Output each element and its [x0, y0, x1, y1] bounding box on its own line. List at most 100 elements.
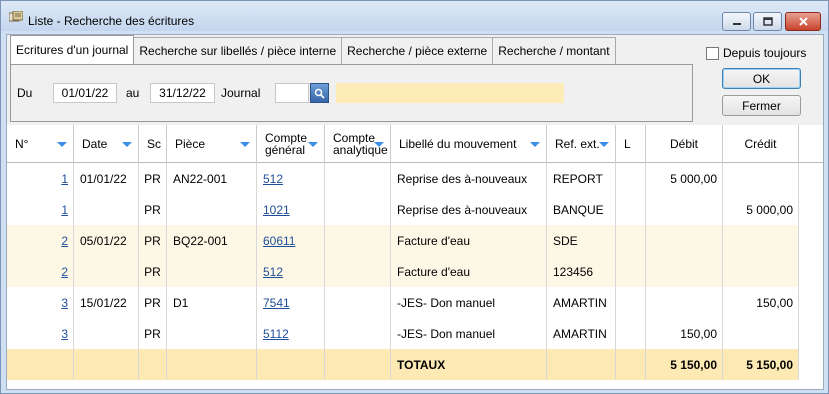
filter-dropdown-icon[interactable]: [122, 142, 132, 147]
column-header-num[interactable]: N°: [7, 125, 74, 163]
cell-value: Reprise des à-nouveaux: [397, 171, 528, 186]
cell-debit: 150,00: [646, 318, 723, 349]
cell-value: PR: [144, 264, 161, 279]
tab-recherche-libelles[interactable]: Recherche sur libellés / pièce interne: [133, 37, 343, 64]
table-row[interactable]: 3 PR 5112 -JES- Don manuel AMARTIN 150,00: [7, 318, 799, 349]
table-row[interactable]: 2 05/01/22 PR BQ22-001 60611 Facture d'eau SDE: [7, 225, 799, 256]
cell-piece: BQ22-001: [167, 225, 257, 256]
table-row[interactable]: 1 PR 1021 Reprise des à-nouveaux BANQUE 5 000…: [7, 194, 799, 225]
cell-sc: PR: [139, 256, 167, 287]
column-header-date[interactable]: Date: [74, 125, 139, 163]
cell-value: 3: [61, 326, 68, 341]
cell-value: 5 000,00: [746, 202, 793, 217]
cell-l: [616, 163, 646, 194]
column-header-l[interactable]: L: [616, 125, 646, 163]
cell-libelle: -JES- Don manuel: [391, 287, 547, 318]
column-header-label: Crédit: [744, 137, 777, 151]
cell-value: D1: [173, 295, 189, 310]
cell-value: 150,00: [756, 295, 793, 310]
tab-ecritures-journal[interactable]: Ecritures d'un journal: [10, 35, 135, 64]
grid-header: N° Date Sc Pièce Compte général Compte analyt…: [7, 125, 823, 163]
cell-compte-general[interactable]: 7541: [257, 287, 325, 318]
cell-value: Reprise des à-nouveaux: [397, 202, 528, 217]
fermer-button[interactable]: Fermer: [722, 95, 801, 116]
cell-num[interactable]: 3: [7, 318, 74, 349]
total-cell-compte-analytique: [325, 349, 391, 380]
cell-value: PR: [144, 202, 161, 217]
cell-num[interactable]: 3: [7, 287, 74, 318]
column-header-ref-ext[interactable]: Ref. ext.: [547, 125, 616, 163]
total-cell-piece: [167, 349, 257, 380]
title-bar[interactable]: Liste - Recherche des écritures: [1, 1, 828, 31]
cell-value: 123456: [553, 264, 594, 279]
cell-l: [616, 287, 646, 318]
window: Liste - Recherche des écritures Ecriture…: [0, 0, 829, 394]
filter-dropdown-icon[interactable]: [240, 142, 250, 147]
cell-value: 1: [61, 202, 68, 217]
cell-value: 1: [61, 171, 68, 186]
cell-compte-general[interactable]: 512: [257, 163, 325, 194]
grid-scroll-area: [800, 163, 823, 389]
journal-lookup-button[interactable]: [310, 83, 329, 103]
column-header-debit[interactable]: Débit: [646, 125, 723, 163]
total-cell-libelle: TOTAUX: [391, 349, 547, 380]
cell-num[interactable]: 2: [7, 256, 74, 287]
minimize-button[interactable]: [722, 12, 751, 31]
cell-num[interactable]: 1: [7, 163, 74, 194]
cell-date: 01/01/22: [74, 163, 139, 194]
date-from-field[interactable]: 01/01/22: [53, 83, 117, 103]
tab-recherche-montant[interactable]: Recherche / montant: [492, 37, 616, 64]
cell-compte-general[interactable]: 512: [257, 256, 325, 287]
cell-debit: [646, 225, 723, 256]
cell-value: PR: [144, 171, 161, 186]
column-header-sc[interactable]: Sc: [139, 125, 167, 163]
cell-value: AN22-001: [173, 171, 228, 186]
column-header-libelle[interactable]: Libellé du mouvement: [391, 125, 547, 163]
filter-dropdown-icon[interactable]: [57, 142, 67, 147]
tab-recherche-piece-externe[interactable]: Recherche / pièce externe: [341, 37, 494, 64]
depuis-toujours-checkbox[interactable]: Depuis toujours: [706, 46, 806, 60]
column-header-compte-general[interactable]: Compte général: [257, 125, 325, 163]
filter-dropdown-icon[interactable]: [374, 142, 384, 147]
table-row[interactable]: 1 01/01/22 PR AN22-001 512 Reprise des à-nouv…: [7, 163, 799, 194]
cell-value: BQ22-001: [173, 233, 228, 248]
cell-value: 05/01/22: [80, 233, 127, 248]
close-button[interactable]: [785, 12, 821, 31]
column-header-credit[interactable]: Crédit: [723, 125, 799, 163]
total-cell-date: [74, 349, 139, 380]
cell-l: [616, 256, 646, 287]
table-row[interactable]: 2 PR 512 Facture d'eau 123456: [7, 256, 799, 287]
filter-dropdown-icon[interactable]: [530, 142, 540, 147]
cell-value: 512: [263, 264, 284, 279]
cell-value: Facture d'eau: [397, 264, 471, 279]
cell-credit: 150,00: [723, 287, 799, 318]
cell-debit: [646, 287, 723, 318]
cell-date: 15/01/22: [74, 287, 139, 318]
column-header-piece[interactable]: Pièce: [167, 125, 257, 163]
cell-debit: [646, 194, 723, 225]
cell-compte-general[interactable]: 60611: [257, 225, 325, 256]
cell-value: 60611: [263, 233, 296, 248]
table-row[interactable]: 3 15/01/22 PR D1 7541 -JES- Don manuel AMARTIN…: [7, 287, 799, 318]
ok-button[interactable]: OK: [722, 68, 801, 89]
journal-field[interactable]: [275, 83, 309, 103]
cell-libelle: Facture d'eau: [391, 256, 547, 287]
cell-compte-general[interactable]: 5112: [257, 318, 325, 349]
cell-compte-general[interactable]: 1021: [257, 194, 325, 225]
checkbox-box[interactable]: [706, 46, 719, 60]
filter-dropdown-icon[interactable]: [599, 142, 609, 147]
totals-label: TOTAUX: [397, 357, 446, 372]
cell-num[interactable]: 1: [7, 194, 74, 225]
totals-row: TOTAUX 5 150,00 5 150,00: [7, 349, 799, 380]
column-header-compte-analytique[interactable]: Compte analytique: [325, 125, 391, 163]
cell-num[interactable]: 2: [7, 225, 74, 256]
cell-piece: AN22-001: [167, 163, 257, 194]
close-icon: [798, 17, 808, 26]
date-to-field[interactable]: 31/12/22: [150, 83, 215, 103]
du-label: Du: [17, 86, 33, 100]
maximize-button[interactable]: [753, 12, 782, 31]
cell-value: 3: [61, 295, 68, 310]
column-header-label: Pièce: [175, 137, 206, 151]
filter-dropdown-icon[interactable]: [308, 142, 318, 147]
window-title: Liste - Recherche des écritures: [28, 14, 195, 28]
